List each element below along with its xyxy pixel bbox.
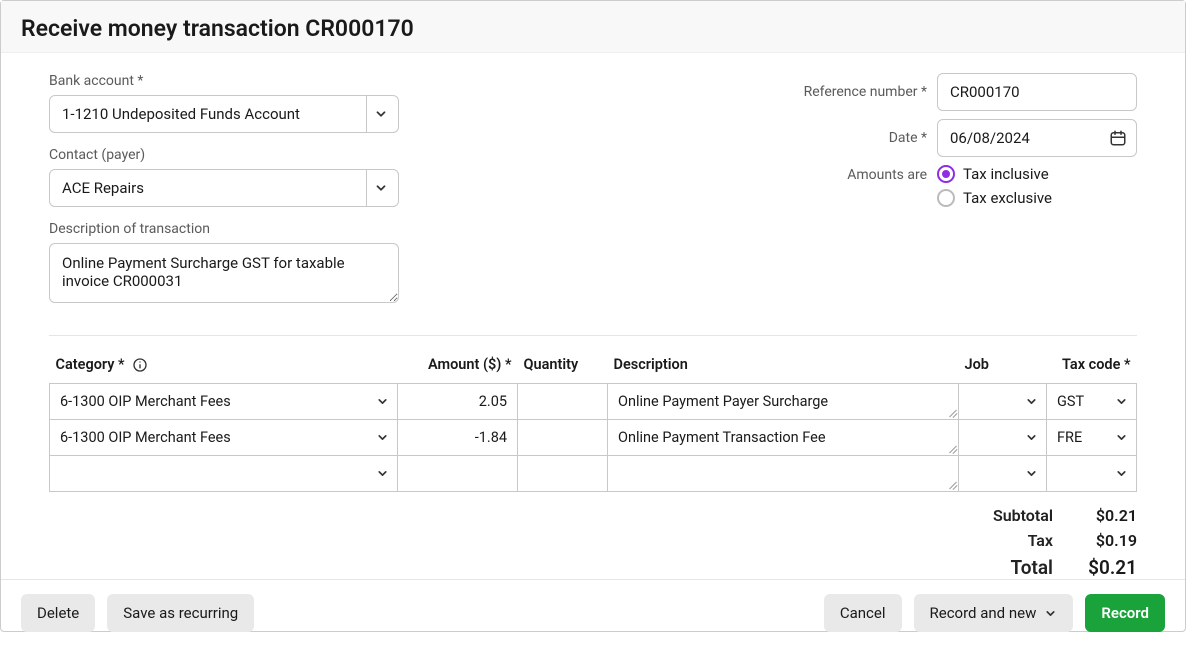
chevron-down-icon bbox=[366, 170, 394, 206]
amount-cell[interactable]: -1.84 bbox=[398, 420, 517, 455]
delete-button[interactable]: Delete bbox=[21, 594, 95, 632]
date-label: Date * bbox=[889, 130, 927, 146]
table-row bbox=[50, 456, 1137, 492]
total-label: Total bbox=[1010, 556, 1053, 579]
bank-account-label: Bank account * bbox=[49, 73, 399, 89]
chevron-down-icon bbox=[1115, 431, 1128, 444]
record-and-new-button[interactable]: Record and new bbox=[914, 594, 1074, 632]
category-cell[interactable]: 6-1300 OIP Merchant Fees bbox=[50, 420, 397, 455]
quantity-cell[interactable] bbox=[518, 456, 607, 491]
tax-label: Tax bbox=[1028, 531, 1053, 550]
amounts-are-label: Amounts are bbox=[847, 165, 927, 183]
chevron-down-icon bbox=[376, 431, 389, 444]
job-cell[interactable] bbox=[959, 384, 1046, 419]
line-items-table: Category * Amount ($) * Quantity Descrip… bbox=[49, 346, 1137, 492]
totals-block: Subtotal $0.21 Tax $0.19 Total $0.21 bbox=[49, 506, 1137, 579]
date-input[interactable] bbox=[937, 119, 1137, 157]
amount-cell[interactable]: 2.05 bbox=[398, 384, 517, 419]
col-description: Description bbox=[608, 346, 959, 384]
contact-label: Contact (payer) bbox=[49, 147, 399, 163]
radio-unchecked-icon bbox=[937, 189, 955, 207]
category-cell[interactable] bbox=[50, 456, 397, 491]
col-job: Job bbox=[959, 346, 1047, 384]
category-cell[interactable]: 6-1300 OIP Merchant Fees bbox=[50, 384, 397, 419]
job-cell[interactable] bbox=[959, 420, 1046, 455]
resize-handle-icon[interactable] bbox=[947, 480, 957, 490]
contact-value: ACE Repairs bbox=[62, 179, 144, 197]
contact-select[interactable]: ACE Repairs bbox=[49, 169, 399, 207]
quantity-cell[interactable] bbox=[518, 420, 607, 455]
subtotal-value: $0.21 bbox=[1081, 506, 1137, 525]
description-cell[interactable] bbox=[608, 456, 958, 491]
tax-exclusive-label: Tax exclusive bbox=[963, 189, 1052, 207]
description-cell[interactable]: Online Payment Transaction Fee bbox=[608, 420, 958, 455]
radio-checked-icon bbox=[937, 165, 955, 183]
chevron-down-icon bbox=[1115, 467, 1128, 480]
reference-input[interactable] bbox=[937, 73, 1137, 111]
info-icon[interactable] bbox=[132, 357, 148, 373]
reference-label: Reference number * bbox=[804, 84, 927, 100]
chevron-down-icon bbox=[376, 395, 389, 408]
record-button[interactable]: Record bbox=[1085, 594, 1165, 632]
table-row: 6-1300 OIP Merchant Fees2.05 Online Payme… bbox=[50, 384, 1137, 420]
page-title: Receive money transaction CR000170 bbox=[21, 15, 1165, 42]
tax-inclusive-radio[interactable]: Tax inclusive bbox=[937, 165, 1137, 183]
amount-cell[interactable] bbox=[398, 456, 517, 491]
tax-value: $0.19 bbox=[1081, 531, 1137, 550]
description-textarea[interactable]: Online Payment Surcharge GST for taxable… bbox=[49, 243, 399, 303]
taxcode-cell[interactable]: FRE bbox=[1047, 420, 1136, 455]
bank-account-value: 1-1210 Undeposited Funds Account bbox=[62, 105, 300, 123]
chevron-down-icon bbox=[1115, 395, 1128, 408]
col-quantity: Quantity bbox=[518, 346, 608, 384]
taxcode-cell[interactable] bbox=[1047, 456, 1136, 491]
chevron-down-icon bbox=[1044, 607, 1057, 620]
col-amount: Amount ($) * bbox=[398, 346, 518, 384]
taxcode-cell[interactable]: GST bbox=[1047, 384, 1136, 419]
description-cell[interactable]: Online Payment Payer Surcharge bbox=[608, 384, 958, 419]
description-label: Description of transaction bbox=[49, 221, 399, 237]
subtotal-label: Subtotal bbox=[993, 506, 1053, 525]
cancel-button[interactable]: Cancel bbox=[824, 594, 902, 632]
resize-handle-icon[interactable] bbox=[947, 408, 957, 418]
chevron-down-icon bbox=[1025, 467, 1038, 480]
record-and-new-label: Record and new bbox=[930, 604, 1037, 622]
bank-account-select[interactable]: 1-1210 Undeposited Funds Account bbox=[49, 95, 399, 133]
col-category: Category * bbox=[50, 346, 398, 384]
job-cell[interactable] bbox=[959, 456, 1046, 491]
table-row: 6-1300 OIP Merchant Fees-1.84 Online Paym… bbox=[50, 420, 1137, 456]
chevron-down-icon bbox=[1025, 395, 1038, 408]
chevron-down-icon bbox=[1025, 431, 1038, 444]
col-taxcode: Tax code * bbox=[1047, 346, 1137, 384]
total-value: $0.21 bbox=[1081, 556, 1137, 579]
resize-handle-icon[interactable] bbox=[947, 444, 957, 454]
tax-inclusive-label: Tax inclusive bbox=[963, 165, 1049, 183]
tax-exclusive-radio[interactable]: Tax exclusive bbox=[937, 189, 1137, 207]
quantity-cell[interactable] bbox=[518, 384, 607, 419]
chevron-down-icon bbox=[366, 96, 394, 132]
save-as-recurring-button[interactable]: Save as recurring bbox=[107, 594, 254, 632]
chevron-down-icon bbox=[376, 467, 389, 480]
